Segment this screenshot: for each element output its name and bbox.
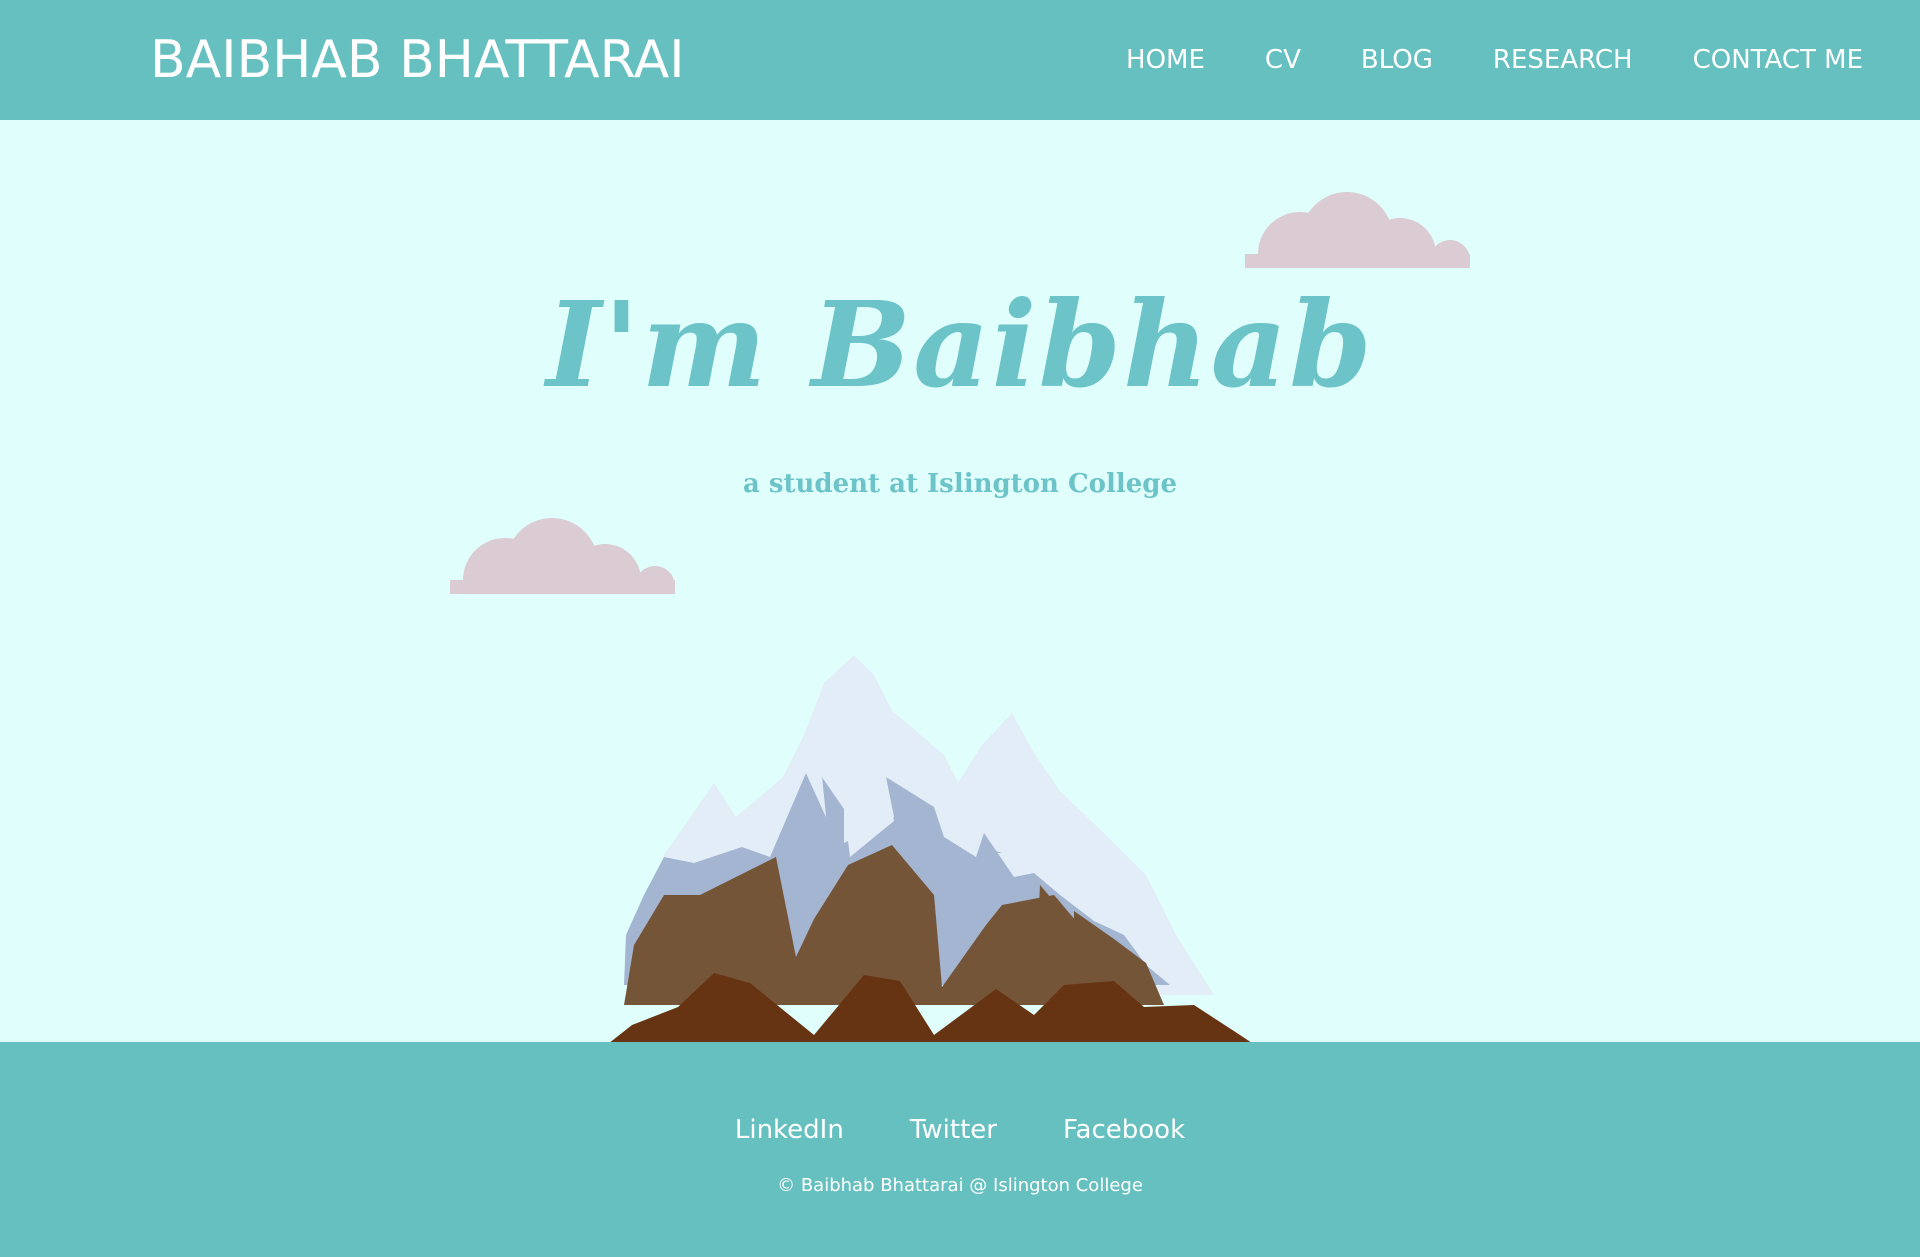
cloud-icon <box>1245 192 1470 268</box>
nav-cv[interactable]: CV <box>1265 40 1301 80</box>
nav-research[interactable]: RESEARCH <box>1493 40 1633 80</box>
nav-home[interactable]: HOME <box>1126 40 1205 80</box>
facebook-link[interactable]: Facebook <box>1063 1112 1185 1148</box>
copyright-text: © Baibhab Bhattarai @ Islington College <box>777 1175 1143 1196</box>
social-links: LinkedIn Twitter Facebook <box>0 1112 1920 1148</box>
cloud-icon <box>450 518 675 594</box>
hero-subtitle: a student at Islington College <box>742 469 1178 499</box>
twitter-link[interactable]: Twitter <box>910 1112 997 1148</box>
site-brand[interactable]: BAIBHAB BHATTARAI <box>150 24 685 96</box>
site-header: BAIBHAB BHATTARAI HOME CV BLOG RESEARCH … <box>0 0 1920 120</box>
nav-blog[interactable]: BLOG <box>1361 40 1433 80</box>
main-nav: HOME CV BLOG RESEARCH CONTACT ME <box>1066 40 1863 80</box>
hero-section: I'm Baibhab a student at Islington Colle… <box>0 120 1920 1155</box>
hero-title: I'm Baibhab <box>546 275 1374 414</box>
linkedin-link[interactable]: LinkedIn <box>735 1112 844 1148</box>
nav-contact-me[interactable]: CONTACT ME <box>1693 40 1863 80</box>
site-footer: LinkedIn Twitter Facebook © Baibhab Bhat… <box>0 1042 1920 1257</box>
